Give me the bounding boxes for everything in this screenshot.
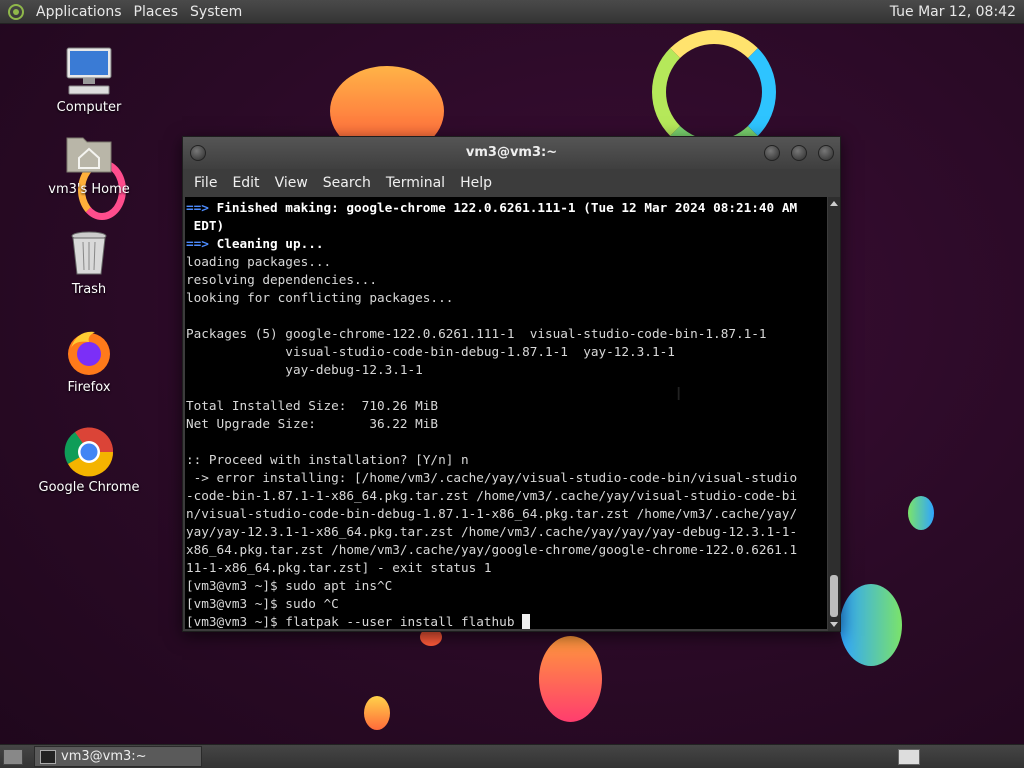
workspace-switcher[interactable] <box>898 749 920 765</box>
terminal-text: x86_64.pkg.tar.zst /home/vm3/.cache/yay/… <box>186 542 798 557</box>
desktop-icon-label: Firefox <box>67 380 111 395</box>
desktop-icon-computer[interactable]: Computer <box>34 46 144 115</box>
terminal-line: resolving dependencies... <box>186 271 827 289</box>
close-button[interactable] <box>818 145 834 161</box>
terminal-line: -> error installing: [/home/vm3/.cache/y… <box>186 469 827 487</box>
terminal-line: visual-studio-code-bin-debug-1.87.1-1 ya… <box>186 343 827 361</box>
terminal-text: [vm3@vm3 ~]$ flatpak --user install flat… <box>186 614 523 629</box>
scroll-down-icon[interactable] <box>830 622 838 627</box>
bottom-panel: vm3@vm3:~ <box>0 744 1024 768</box>
trash-icon <box>63 228 115 280</box>
clock[interactable]: Tue Mar 12, 08:42 <box>886 0 1020 24</box>
menu-edit[interactable]: Edit <box>227 175 269 191</box>
terminal-line: ==> Finished making: google-chrome 122.0… <box>186 199 827 217</box>
top-panel: Applications Places System Tue Mar 12, 0… <box>0 0 1024 24</box>
terminal-text: loading packages... <box>186 254 332 269</box>
terminal-text: Finished making: google-chrome 122.0.626… <box>216 200 798 215</box>
desktop-icon-chrome[interactable]: Google Chrome <box>34 426 144 495</box>
terminal-line: :: Proceed with installation? [Y/n] n <box>186 451 827 469</box>
chrome-icon <box>63 426 115 478</box>
terminal-text: -> error installing: [/home/vm3/.cache/y… <box>186 470 798 485</box>
terminal-scrollbar[interactable] <box>828 197 840 631</box>
terminal-line: [vm3@vm3 ~]$ sudo apt ins^C <box>186 577 827 595</box>
terminal-line: Total Installed Size: 710.26 MiB <box>186 397 827 415</box>
terminal-text: :: Proceed with installation? [Y/n] n <box>186 452 469 467</box>
terminal-text: yay/yay-12.3.1-1-x86_64.pkg.tar.zst /hom… <box>186 524 798 539</box>
terminal-text: yay-debug-12.3.1-1 <box>186 362 423 377</box>
desktop-icon-firefox[interactable]: Firefox <box>34 326 144 395</box>
wallpaper-blob <box>908 496 934 530</box>
terminal-line: looking for conflicting packages... <box>186 289 827 307</box>
places-menu[interactable]: Places <box>128 0 185 24</box>
minimize-button[interactable] <box>764 145 780 161</box>
terminal-text: looking for conflicting packages... <box>186 290 454 305</box>
window-title: vm3@vm3:~ <box>465 145 558 160</box>
terminal-line: Net Upgrade Size: 36.22 MiB <box>186 415 827 433</box>
scroll-up-icon[interactable] <box>830 201 838 206</box>
window-titlebar[interactable]: vm3@vm3:~ <box>183 137 840 169</box>
applications-menu[interactable]: Applications <box>30 0 128 24</box>
terminal-text: Packages (5) google-chrome-122.0.6261.11… <box>186 326 767 341</box>
show-desktop-icon[interactable] <box>3 749 23 765</box>
terminal-line: yay-debug-12.3.1-1 <box>186 361 827 379</box>
menu-file[interactable]: File <box>189 175 227 191</box>
desktop-icon-label: Trash <box>71 282 107 297</box>
terminal-line: loading packages... <box>186 253 827 271</box>
maximize-button[interactable] <box>791 145 807 161</box>
terminal-window[interactable]: vm3@vm3:~ File Edit View Search Terminal… <box>182 136 841 632</box>
menu-view[interactable]: View <box>270 175 318 191</box>
terminal-line: x86_64.pkg.tar.zst /home/vm3/.cache/yay/… <box>186 541 827 559</box>
terminal-text: resolving dependencies... <box>186 272 377 287</box>
firefox-icon <box>63 326 115 378</box>
desktop-icon-label: vm3's Home <box>48 182 130 197</box>
computer-icon <box>63 46 115 98</box>
menu-help[interactable]: Help <box>455 175 502 191</box>
desktop-icon-label: Computer <box>56 100 122 115</box>
terminal-line: ==> Cleaning up... <box>186 235 827 253</box>
wallpaper-blob <box>364 696 390 730</box>
terminal-line: -code-bin-1.87.1-1-x86_64.pkg.tar.zst /h… <box>186 487 827 505</box>
terminal-text: ==> <box>186 200 217 215</box>
terminal-line: [vm3@vm3 ~]$ flatpak --user install flat… <box>186 613 827 629</box>
terminal-line: Packages (5) google-chrome-122.0.6261.11… <box>186 325 827 343</box>
desktop-icon-trash[interactable]: Trash <box>34 228 144 297</box>
wallpaper-blob <box>840 584 902 666</box>
terminal-icon <box>40 750 56 764</box>
terminal-text: Cleaning up... <box>216 236 324 251</box>
terminal-line: [vm3@vm3 ~]$ sudo ^C <box>186 595 827 613</box>
terminal-line: EDT) <box>186 217 827 235</box>
terminal-text: [vm3@vm3 ~]$ sudo ^C <box>186 596 339 611</box>
home-folder-icon <box>63 128 115 180</box>
terminal-text: visual-studio-code-bin-debug-1.87.1-1 ya… <box>186 344 675 359</box>
taskbar-item-label: vm3@vm3:~ <box>61 749 147 764</box>
distro-logo-icon[interactable] <box>8 3 24 20</box>
window-menubar: File Edit View Search Terminal Help <box>183 169 840 197</box>
terminal-text: n/visual-studio-code-bin-debug-1.87.1-1-… <box>186 506 798 521</box>
terminal-text: ==> <box>186 236 217 251</box>
menu-terminal[interactable]: Terminal <box>381 175 455 191</box>
text-cursor-icon: I <box>676 384 682 405</box>
window-menu-icon[interactable] <box>190 145 206 161</box>
menu-search[interactable]: Search <box>318 175 381 191</box>
desktop-icon-home[interactable]: vm3's Home <box>34 128 144 197</box>
terminal-text: EDT) <box>186 218 225 233</box>
taskbar-item-terminal[interactable]: vm3@vm3:~ <box>34 746 202 767</box>
terminal-line: 11-1-x86_64.pkg.tar.zst] - exit status 1 <box>186 559 827 577</box>
terminal-line: yay/yay-12.3.1-1-x86_64.pkg.tar.zst /hom… <box>186 523 827 541</box>
terminal-text: [vm3@vm3 ~]$ sudo apt ins^C <box>186 578 393 593</box>
scrollbar-thumb[interactable] <box>830 575 838 617</box>
terminal-output[interactable]: ==> Finished making: google-chrome 122.0… <box>185 197 827 629</box>
wallpaper-blob <box>539 636 602 722</box>
desktop-icon-label: Google Chrome <box>38 480 140 495</box>
terminal-text: -code-bin-1.87.1-1-x86_64.pkg.tar.zst /h… <box>186 488 798 503</box>
terminal-line: n/visual-studio-code-bin-debug-1.87.1-1-… <box>186 505 827 523</box>
terminal-text: Total Installed Size: 710.26 MiB <box>186 398 439 413</box>
terminal-text: Net Upgrade Size: 36.22 MiB <box>186 416 439 431</box>
terminal-cursor <box>522 614 531 629</box>
terminal-text: 11-1-x86_64.pkg.tar.zst] - exit status 1 <box>186 560 492 575</box>
system-menu[interactable]: System <box>184 0 248 24</box>
